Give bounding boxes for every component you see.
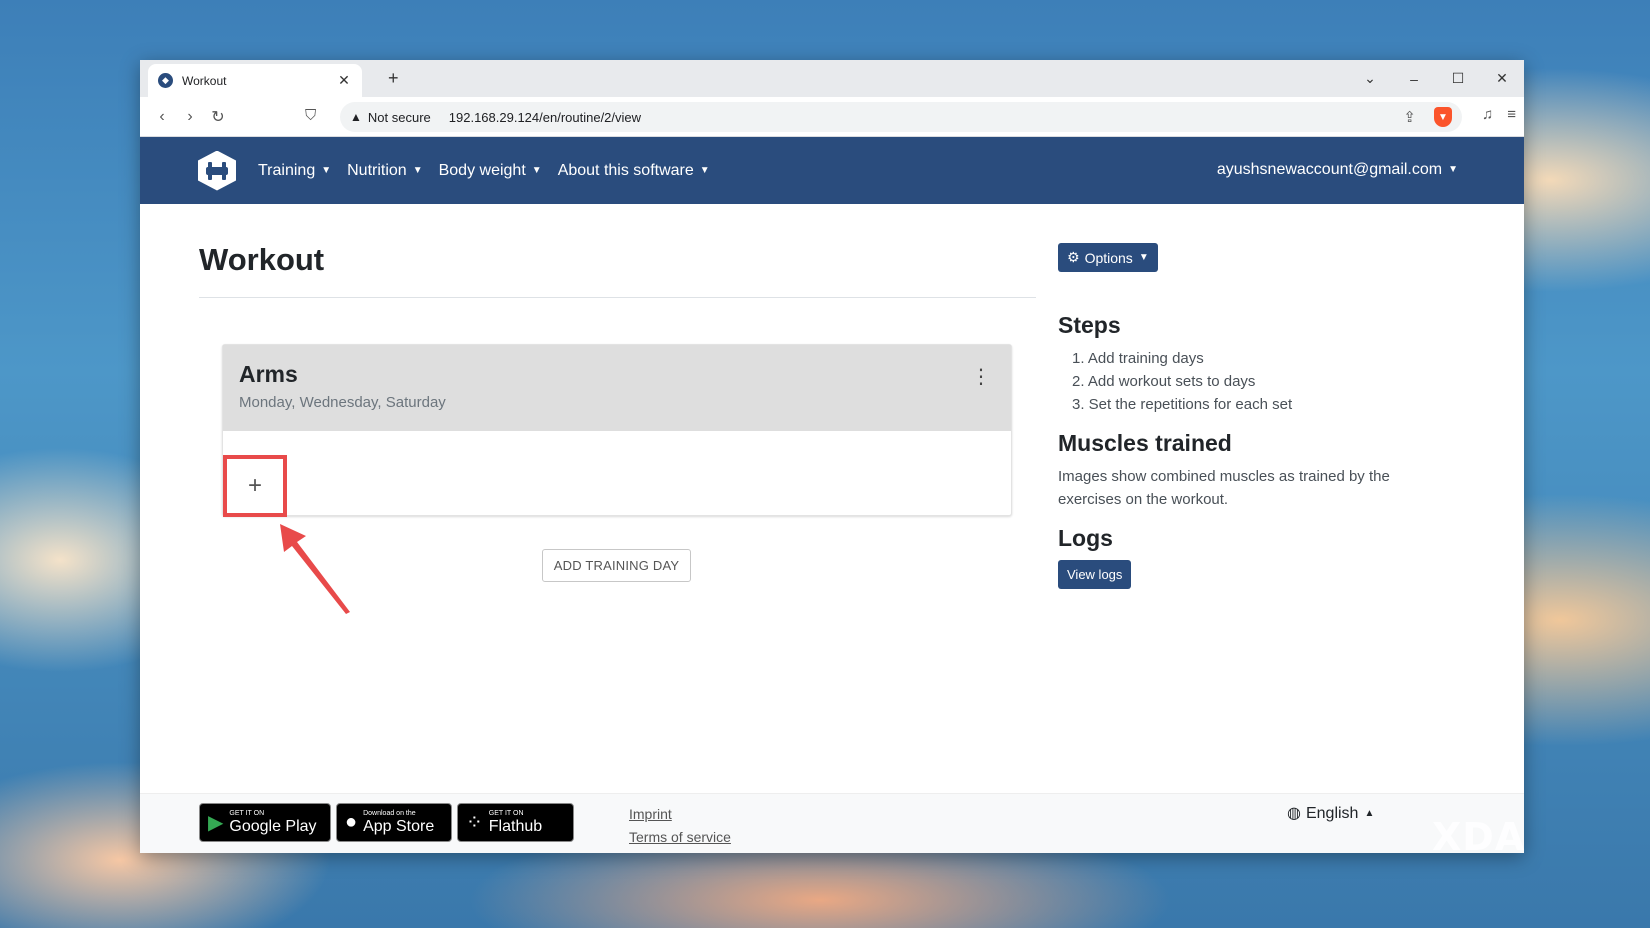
muscles-heading: Muscles trained [1058,430,1232,456]
google-play-icon: ▶ [208,812,224,834]
annotation-arrow-icon [280,524,350,614]
add-training-day-button[interactable]: ADD TRAINING DAY [542,549,691,582]
close-window-icon[interactable]: ✕ [1480,70,1524,87]
step-item: 3. Set the repetitions for each set [1072,396,1293,413]
browser-tab[interactable]: ◆ Workout ✕ [148,64,362,97]
nav-nutrition[interactable]: Nutrition ▼ [347,162,422,180]
flathub-icon: ⁘ [466,812,483,834]
url-text[interactable]: 192.168.29.124/en/routine/2/view [449,110,1404,125]
caret-down-icon: ▼ [699,164,710,176]
reload-icon[interactable]: ↻ [204,107,232,127]
forward-icon[interactable]: › [176,108,204,126]
caret-down-icon: ▼ [531,164,542,176]
page-title: Workout [199,242,325,277]
brave-shield-icon[interactable]: ▼ [1434,107,1452,127]
menu-icon[interactable]: ≡ [1507,106,1516,123]
nav-about[interactable]: About this software ▼ [558,162,710,180]
training-day-header: Arms Monday, Wednesday, Saturday ⋮ [223,345,1011,431]
share-icon[interactable]: ⇪ [1403,108,1416,126]
browser-toolbar: ‹ › ↻ ⛉ ▲ Not secure 192.168.29.124/en/r… [140,97,1524,137]
caret-down-icon: ▼ [321,164,332,176]
flathub-badge[interactable]: ⁘ GET IT ON Flathub [457,803,574,842]
steps-heading: Steps [1058,312,1121,338]
tab-search-chevron-icon[interactable]: ⌄ [1348,70,1392,87]
gear-icon: ⚙ [1067,249,1080,265]
logs-heading: Logs [1058,525,1113,551]
wger-logo-icon[interactable] [198,150,236,191]
caret-down-icon: ▼ [1138,252,1149,263]
app-store-badge[interactable]: ● Download on the App Store [336,803,452,842]
sidebar: Steps 1. Add training days 2. Add workou… [1058,312,1438,589]
media-icon[interactable]: ♫ [1482,106,1493,123]
footer: ▶ GET IT ON Google Play ● Download on th… [140,793,1524,853]
nav-body-weight[interactable]: Body weight ▼ [439,162,542,180]
view-logs-button[interactable]: View logs [1058,560,1132,589]
maximize-icon[interactable]: ☐ [1436,70,1480,87]
security-label[interactable]: Not secure [368,110,431,125]
new-tab-button[interactable]: + [388,68,399,89]
imprint-link[interactable]: Imprint [629,806,672,822]
title-divider [199,297,1036,298]
wger-favicon-icon: ◆ [158,73,173,88]
step-item: 1. Add training days [1072,350,1204,367]
app-navbar: Training ▼ Nutrition ▼ Body weight ▼ About … [140,137,1524,204]
steps-list: 1. Add training days 2. Add workout sets… [1072,347,1438,416]
globe-icon: ◍ [1287,805,1301,822]
google-play-badge[interactable]: ▶ GET IT ON Google Play [199,803,331,842]
back-icon[interactable]: ‹ [148,108,176,126]
address-bar[interactable]: ▲ Not secure 192.168.29.124/en/routine/2… [340,102,1462,132]
tab-title: Workout [182,73,227,88]
browser-window: ◆ Workout ✕ + ⌄ – ☐ ✕ ‹ › ↻ ⛉ ▲ Not secu… [140,60,1524,853]
user-menu[interactable]: ayushsnewaccount@gmail.com ▼ [1217,161,1458,179]
options-button[interactable]: ⚙ Options ▼ [1058,243,1158,272]
warning-icon: ▲ [350,110,362,124]
training-day-name: Arms [239,361,298,387]
language-selector[interactable]: ◍ English ▲ [1287,803,1374,823]
main-content: Workout Arms Monday, Wednesday, Saturday… [140,204,1524,793]
caret-down-icon: ▼ [1448,164,1458,175]
bookmark-icon[interactable]: ⛉ [305,107,316,124]
muscles-description: Images show combined muscles as trained … [1058,468,1390,508]
training-day-days: Monday, Wednesday, Saturday [239,394,446,411]
tab-strip: ◆ Workout ✕ + ⌄ – ☐ ✕ [140,60,1524,97]
caret-down-icon: ▼ [412,164,423,176]
xda-watermark: XDA [1432,815,1526,859]
more-options-icon[interactable]: ⋮ [971,367,991,387]
caret-up-icon: ▲ [1364,808,1375,819]
toolbar-right: ♫ ≡ [1482,106,1516,123]
tab-close-icon[interactable]: ✕ [336,72,352,89]
training-day-card: Arms Monday, Wednesday, Saturday ⋮ + [222,344,1012,517]
nav-training[interactable]: Training ▼ [258,162,331,180]
step-item: 2. Add workout sets to days [1072,373,1256,390]
terms-link[interactable]: Terms of service [629,829,731,845]
window-controls: ⌄ – ☐ ✕ [1348,60,1524,97]
minimize-icon[interactable]: – [1392,71,1436,87]
apple-icon: ● [345,811,358,833]
add-set-button[interactable]: + [223,455,287,517]
